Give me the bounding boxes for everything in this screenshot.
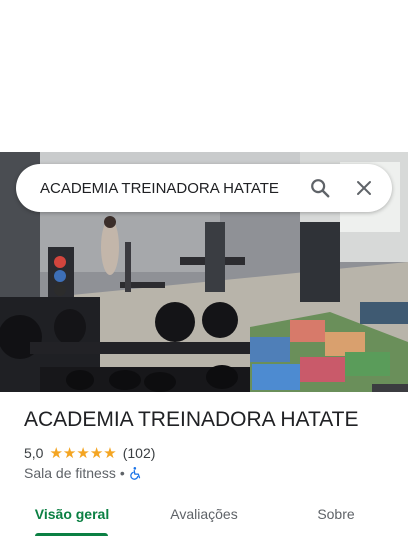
place-title: ACADEMIA TREINADORA HATATE <box>24 408 359 431</box>
search-input[interactable]: ACADEMIA TREINADORA HATATE <box>40 180 298 197</box>
separator-dot: • <box>119 465 125 481</box>
star-icon: ★ <box>89 444 104 462</box>
tab-bar: Visão geral Avaliações Sobre <box>0 494 408 536</box>
tab-reviews[interactable]: Avaliações <box>158 494 250 534</box>
star-icon: ★ <box>76 444 90 462</box>
review-count: (102) <box>122 445 156 461</box>
rating-row[interactable]: 5,0 ★ ★ ★ ★ ★ (102) <box>24 444 155 462</box>
star-icon: ★ <box>103 444 117 462</box>
search-icon <box>311 179 330 198</box>
clear-search-button[interactable] <box>342 164 386 212</box>
search-button[interactable] <box>298 164 342 212</box>
close-icon <box>357 181 371 195</box>
place-category: Sala de fitness <box>24 465 116 481</box>
active-tab-indicator <box>35 533 108 536</box>
star-icon: ★ <box>49 444 63 462</box>
search-bar: ACADEMIA TREINADORA HATATE <box>16 164 392 212</box>
wheelchair-icon <box>129 467 140 480</box>
category-row: Sala de fitness • <box>24 464 143 482</box>
star-icon: ★ <box>62 444 77 462</box>
rating-value: 5,0 <box>24 445 44 461</box>
tab-overview[interactable]: Visão geral <box>26 494 118 534</box>
rating-stars: ★ ★ ★ ★ ★ <box>49 446 116 461</box>
tab-about[interactable]: Sobre <box>296 494 376 534</box>
